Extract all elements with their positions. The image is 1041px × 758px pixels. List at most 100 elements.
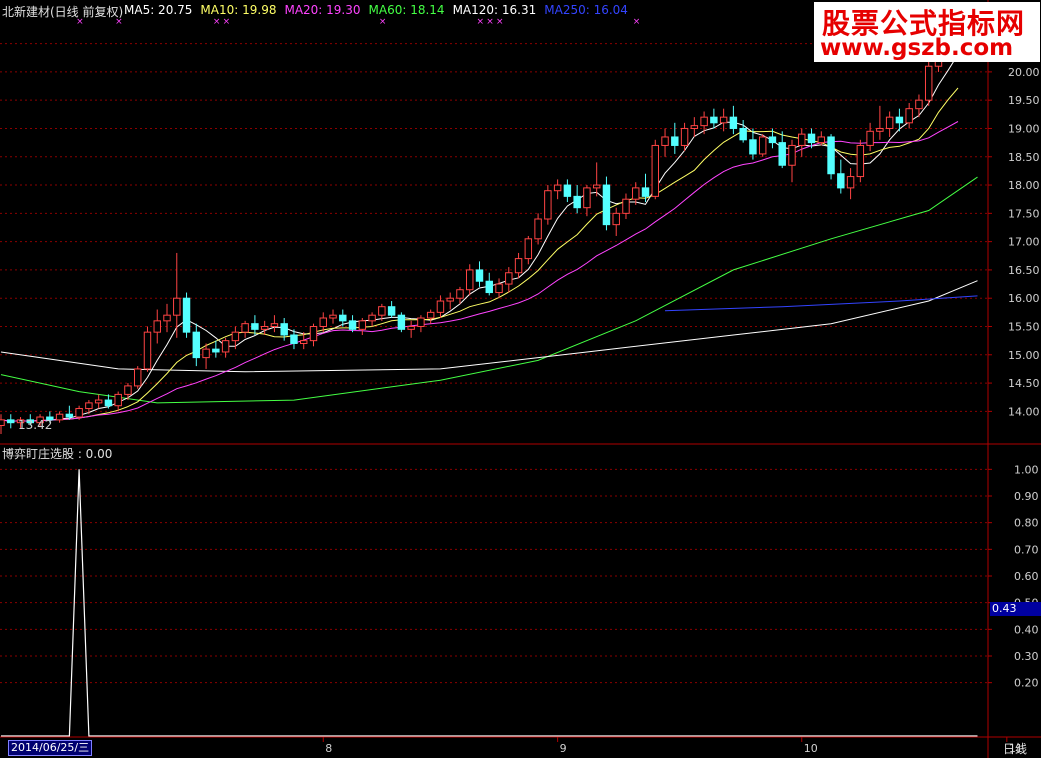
y-tick-label: 15.00 [1008,349,1040,362]
y-tick-label: 19.00 [1008,122,1040,135]
stock-chart[interactable]: ×××××××××× 14.00 14.50 15.00 15.50 16.00 16.5… [0,0,1041,758]
candle [573,185,581,214]
candle [417,315,425,333]
ma-legend-item: MA10: 19.98 [200,3,277,17]
candle [309,323,318,347]
watermark: 股票公式指标网 www.gszb.com [814,2,1040,62]
signal-marker: × [223,17,231,27]
y-tick-label: 15.50 [1008,321,1040,334]
candle [212,340,220,358]
candle [133,366,142,389]
y-tick-label: 18.00 [1008,179,1040,192]
candle [885,111,894,137]
ma-legend: MA5: 20.75 MA10: 19.98 MA20: 19.30 MA60: 18… [124,3,636,17]
candle [563,179,572,203]
candle [690,117,699,137]
candle [387,301,396,319]
candle [358,318,367,335]
candle [856,139,865,183]
candle [505,267,513,293]
candle [426,309,435,324]
signal-marker: × [379,17,387,27]
candle [260,320,269,335]
candle [553,179,562,200]
candle [495,278,503,299]
signal-marker: × [633,17,641,27]
y-tick-label: 18.50 [1008,151,1040,164]
candle [446,292,454,310]
y-tick-label: 0.40 [1014,623,1039,636]
indicator-y-axis: 0.200.300.400.500.600.700.800.901.00 [988,463,1039,690]
candle [719,108,728,132]
period-button[interactable]: 日线 [1003,740,1027,757]
candle [55,411,64,423]
candle [241,320,249,338]
ma-legend-item: MA60: 18.14 [368,3,445,17]
candle [368,312,376,327]
candle [583,185,591,217]
candle [0,414,5,434]
candle [602,176,611,231]
candle [837,159,845,194]
y-tick-label: 0.70 [1014,543,1039,556]
candle [710,108,718,129]
y-tick-label: 16.00 [1008,292,1040,305]
candle [466,264,474,296]
candle [612,207,620,236]
y-tick-label: 0.90 [1014,490,1039,503]
candle [544,185,552,225]
main-y-axis: 14.00 14.50 15.00 15.50 16.00 16.50 17.00 17.50… [988,38,1040,418]
candle [651,139,659,200]
ma-legend-item: MA20: 19.30 [284,3,361,17]
candle [798,128,806,157]
candle [788,139,796,183]
candle [221,337,230,358]
candle [485,272,493,296]
y-tick-label: 14.50 [1008,377,1040,390]
candle [514,252,523,279]
signal-marker: × [486,17,494,27]
candle [143,326,152,372]
candle [348,315,357,333]
candle [632,182,640,205]
candle [671,122,679,154]
candle [270,315,279,333]
y-tick-label: 14.00 [1008,405,1040,418]
candle [407,320,415,338]
candle [231,326,240,350]
y-tick-label: 0.20 [1014,677,1039,690]
candle [700,111,708,135]
candle [251,315,259,335]
chart-frame [0,0,1041,758]
candle [7,414,15,429]
watermark-url: www.gszb.com [820,35,1014,61]
x-tick-label: 9 [560,742,567,755]
candle [846,168,855,200]
cursor-date-label: 2014/06/25/三 [8,740,93,756]
y-tick-label: 0.30 [1014,650,1039,663]
indicator-grid [0,468,988,684]
candle [778,131,786,169]
candle [475,261,484,287]
x-tick-label: 10 [804,742,818,755]
candle [397,312,406,333]
candle [661,128,669,157]
candle [163,303,171,333]
candle [827,134,835,180]
candle [905,103,913,129]
candle [866,122,874,152]
indicator-title: 博弈盯庄选股 : 0.00 [2,447,113,461]
y-tick-label: 19.50 [1008,94,1040,107]
x-tick-label: 8 [325,742,332,755]
candle [534,213,542,245]
top-markers: ×××××××××× [76,17,884,27]
signal-marker: × [213,17,221,27]
candle [915,94,923,118]
y-tick-label: 17.50 [1008,207,1040,220]
candle [924,60,933,106]
candle [739,119,747,143]
y-tick-label: 17.00 [1008,236,1040,249]
signal-marker: × [496,17,504,27]
ma-legend-item: MA250: 16.04 [544,3,628,17]
candle [192,323,201,367]
